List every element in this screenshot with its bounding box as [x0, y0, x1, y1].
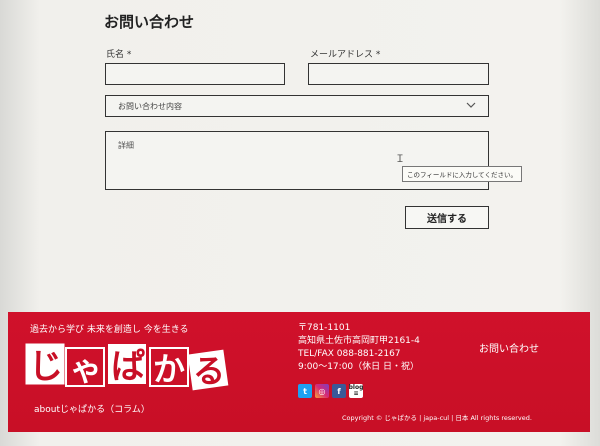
- chevron-down-icon: [466, 102, 476, 108]
- svg-text:ぱ: ぱ: [111, 347, 145, 387]
- footer-contact-link[interactable]: お問い合わせ: [479, 340, 539, 355]
- phone-fax: TEL/FAX 088-881-2167: [298, 349, 401, 359]
- page: お問い合わせ 氏名 * メールアドレス * お問い合わせ内容 詳細 Ｉ このフィ…: [0, 0, 600, 446]
- blog-icon-label: blog: [348, 384, 364, 391]
- facebook-icon[interactable]: f: [332, 384, 346, 398]
- svg-text:る: る: [193, 352, 225, 390]
- footer-tagline: 過去から学び 未来を創造し 今を生きる: [30, 325, 189, 335]
- footer: 過去から学び 未来を創造し 今を生きる じ ゃ ぱ か る aboutじゃぱかる…: [8, 312, 590, 432]
- email-field[interactable]: [308, 63, 489, 85]
- inquiry-select[interactable]: お問い合わせ内容: [105, 95, 489, 117]
- page-title: お問い合わせ: [104, 13, 195, 31]
- text-cursor-icon: Ｉ: [395, 154, 405, 165]
- address-block: 〒781-1101 高知県土佐市高岡町甲2161-4 TEL/FAX 088-8…: [298, 322, 420, 374]
- svg-text:か: か: [153, 350, 185, 388]
- validation-tooltip: このフィールドに入力してください。: [402, 166, 522, 182]
- copyright: Copyright © じゃぱかる | japa-cul | 日本 All ri…: [342, 414, 532, 422]
- postal-code: 〒781-1101: [298, 323, 351, 333]
- instagram-icon[interactable]: ◎: [315, 384, 329, 398]
- name-field[interactable]: [105, 63, 285, 85]
- details-placeholder: 詳細: [118, 141, 134, 150]
- about-column-link[interactable]: aboutじゃぱかる（コラム）: [34, 402, 150, 415]
- blog-icon[interactable]: blog ≡: [349, 384, 363, 398]
- email-label: メールアドレス *: [310, 50, 381, 60]
- street-address: 高知県土佐市高岡町甲2161-4: [298, 336, 420, 346]
- twitter-icon[interactable]: t: [298, 384, 312, 398]
- submit-button[interactable]: 送信する: [405, 206, 489, 229]
- site-logo[interactable]: じ ゃ ぱ か る: [24, 338, 234, 394]
- business-hours: 9:00～17:00（休日 日・祝）: [298, 362, 420, 372]
- name-label: 氏名 *: [106, 50, 132, 60]
- social-links: t ◎ f blog ≡: [298, 384, 363, 398]
- svg-text:じ: じ: [29, 347, 63, 387]
- svg-text:ゃ: ゃ: [70, 350, 102, 388]
- inquiry-select-value: お問い合わせ内容: [118, 102, 182, 111]
